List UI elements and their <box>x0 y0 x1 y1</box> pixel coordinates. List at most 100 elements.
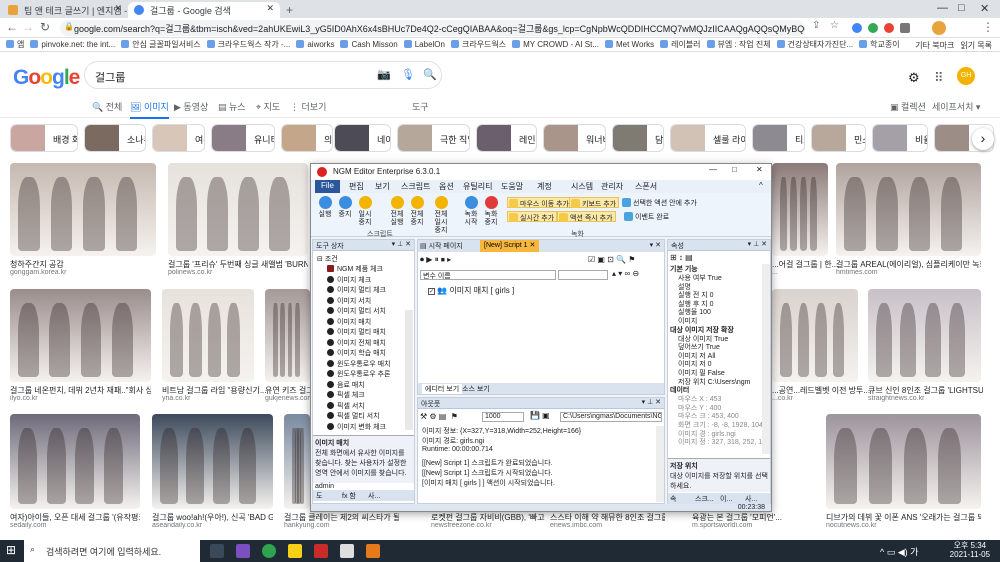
result-source[interactable]: gonggam.korea.kr <box>10 269 156 276</box>
pin-close-icon[interactable]: ▾ ⊥ ✕ <box>642 398 661 406</box>
back-icon[interactable]: ← <box>6 20 18 34</box>
image-result[interactable] <box>826 414 981 509</box>
image-result[interactable] <box>162 289 254 382</box>
toolbox-item[interactable]: 윈도우통로우 추론 <box>327 369 390 379</box>
ngm-taskbar-icon[interactable] <box>314 544 328 558</box>
image-result[interactable] <box>284 414 310 509</box>
close-window-icon[interactable]: ✕ <box>980 2 989 15</box>
bookmark-item[interactable]: aiworks <box>296 40 334 49</box>
camera-icon[interactable]: 📷 <box>377 68 391 81</box>
menu-item[interactable]: 편집 <box>349 181 364 192</box>
menu-item[interactable]: File <box>315 180 340 193</box>
output-toolbar-icons[interactable]: ⚒ ⚙ ▤ ⚑ <box>420 412 458 421</box>
bookmark-item[interactable]: LabelOn <box>403 40 445 49</box>
props-tab[interactable]: 이... <box>720 494 732 504</box>
result-source[interactable]: hankyung.com <box>284 522 399 529</box>
google-avatar[interactable]: GH <box>957 67 975 85</box>
result-source[interactable]: sedaily.com <box>10 522 140 529</box>
menu-item[interactable]: 관리자 <box>601 181 623 192</box>
menu-item[interactable]: 스폰서 <box>635 181 657 192</box>
chrome-icon[interactable] <box>262 544 276 558</box>
browser-tab-google[interactable]: 걸그룹 - Google 검색 ✕ <box>128 2 280 18</box>
toolbox-item[interactable]: 이미지 매치 <box>327 317 371 327</box>
url-input[interactable]: 🔒 google.com/search?q=걸그룹&tbm=isch&ved=2… <box>60 20 805 36</box>
ribbon-button[interactable]: 중지 <box>335 196 355 219</box>
bookmark-item[interactable]: 건강상태자가진단... <box>776 39 853 50</box>
image-result[interactable] <box>168 163 308 256</box>
toolbox-item[interactable]: 픽셀 멀티 서치 <box>327 411 380 421</box>
ribbon-button[interactable]: 일시 중지 <box>355 196 375 227</box>
image-result[interactable] <box>10 414 140 509</box>
ribbon-small-button[interactable]: 마우스 이동 추가 <box>507 197 572 208</box>
toolbox-item[interactable]: 이미지 멀티 매치 <box>327 327 386 337</box>
bookmark-folder[interactable]: 읽기 목록 <box>960 40 992 51</box>
toolbox-tab[interactable]: 도 <box>316 491 322 501</box>
pause-icon[interactable]: ⏸ <box>435 255 439 264</box>
collections-link[interactable]: ▣ 컬렉션 <box>890 100 926 113</box>
chip[interactable]: 유니티 <box>211 124 275 152</box>
task-view-icon[interactable] <box>210 544 224 558</box>
props-tab[interactable]: 사... <box>745 494 757 504</box>
pin-close-icon[interactable]: ▾ ⊥ ✕ <box>748 240 767 248</box>
tab-images[interactable]: 🖼 이미지 <box>130 100 169 119</box>
chip[interactable]: 담배 <box>612 124 664 152</box>
toolbox-item[interactable]: 이미지 변화 체크 <box>327 422 386 432</box>
image-result[interactable] <box>10 289 151 382</box>
chrome-menu-icon[interactable]: ⋮ <box>982 20 994 34</box>
app-icon[interactable] <box>366 544 380 558</box>
tab-editor-view[interactable]: 에디터 보기 <box>422 384 463 394</box>
ribbon-button[interactable]: 전체 중지 <box>407 196 427 227</box>
record-icon[interactable]: ⏺ <box>420 255 424 264</box>
minimize-icon[interactable]: — <box>937 2 948 14</box>
tab-list-icon[interactable]: ▾ ✕ <box>650 241 661 249</box>
share-icon[interactable]: ⇪ <box>812 20 820 31</box>
image-result[interactable] <box>772 289 858 382</box>
nav-arrows-icon[interactable]: ▴ ▾ ∞ ⊖ <box>612 269 639 278</box>
result-source[interactable]: enews.imbc.com <box>550 522 665 529</box>
taskbar-clock[interactable]: 오후 5:34 2021-11-05 <box>950 541 990 559</box>
chip[interactable]: 워너비 <box>543 124 606 152</box>
bookmark-item[interactable]: Met Works <box>605 40 654 49</box>
image-result[interactable] <box>836 163 981 256</box>
image-result[interactable] <box>265 289 310 382</box>
chevron-right-icon[interactable]: › <box>972 128 994 150</box>
toolbox-item[interactable]: 윈도우통로우 매치 <box>327 359 390 369</box>
toolbox-item[interactable]: NGM 제품 체크 <box>327 264 383 274</box>
result-source[interactable]: yna.co.kr <box>162 395 277 402</box>
ribbon-button[interactable]: 실행 <box>315 196 335 219</box>
props-tab[interactable]: 속 <box>670 494 676 504</box>
toolbox-tab[interactable]: fx 함 <box>342 491 356 501</box>
tab-news[interactable]: ▤ 뉴스 <box>218 100 246 113</box>
ribbon-button[interactable]: 녹화 시작 <box>461 196 481 227</box>
settings-gear-icon[interactable]: ⚙ <box>908 70 920 86</box>
tab-all[interactable]: 🔍 전체 <box>92 100 122 113</box>
close-tab-icon[interactable]: ✕ <box>114 3 122 14</box>
play-icon[interactable]: ▶ <box>426 255 432 264</box>
menu-item[interactable]: 스크립트 <box>401 181 430 192</box>
bookmark-item[interactable]: Cash Misson <box>340 40 398 49</box>
bookmark-item[interactable]: 학교종이 <box>859 39 900 50</box>
forward-icon[interactable]: → <box>22 20 34 34</box>
google-search-input[interactable]: 걸그룹 📷 🎙 🔍 <box>84 61 442 89</box>
menu-item[interactable]: 옵션 <box>439 181 454 192</box>
menu-item[interactable]: 시스템 <box>571 181 593 192</box>
bookmark-item[interactable]: 앱 <box>6 39 24 50</box>
ribbon-button[interactable]: 전체 일시 중지 <box>431 196 451 235</box>
result-source[interactable]: newsfreezone.co.kr <box>431 522 546 529</box>
output-scrollbar[interactable] <box>656 426 664 502</box>
bookmark-item[interactable]: pinvoke.net: the int... <box>30 40 115 49</box>
toolbox-scrollbar[interactable] <box>405 310 413 430</box>
chip[interactable]: 배경 화면 <box>10 124 78 152</box>
tab-more[interactable]: ⋮ 더보기 <box>290 100 326 113</box>
toolbox-item[interactable]: 이미지 학습 매치 <box>327 348 386 358</box>
chip[interactable]: 레인보우 <box>476 124 537 152</box>
result-source[interactable]: nocutnews.co.kr <box>826 522 981 529</box>
chip[interactable]: 비율 <box>872 124 928 152</box>
new-tab-button[interactable]: + <box>286 3 293 17</box>
ribbon-small-button[interactable]: 선택한 액션 안에 추가 <box>621 197 699 208</box>
chip[interactable]: 셀룰 라이트 <box>670 124 746 152</box>
ribbon-button[interactable]: 녹화 중지 <box>481 196 501 227</box>
props-sort-icons[interactable]: ⊞ ↕ ▤ <box>670 253 693 262</box>
variable-value-input[interactable] <box>558 270 608 280</box>
chip[interactable]: 소나무 <box>84 124 146 152</box>
